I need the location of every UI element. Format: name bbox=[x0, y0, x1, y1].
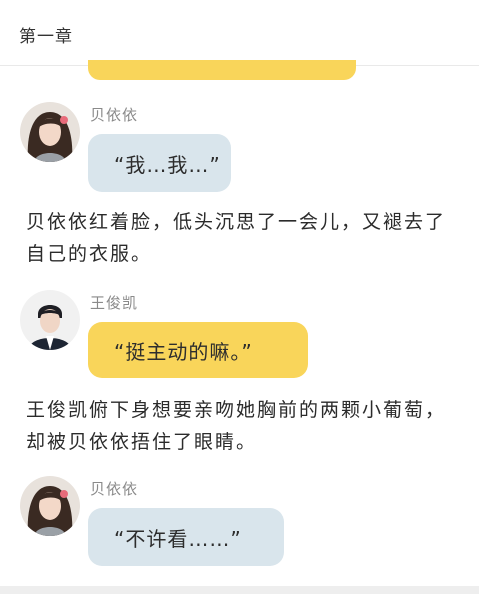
message-bubble: “不许看……” bbox=[88, 508, 284, 566]
girl-avatar-icon bbox=[20, 102, 80, 162]
narration-text: 王俊凯俯下身想要亲吻她胸前的两颗小葡萄，却被贝依依捂住了眼睛。 bbox=[26, 399, 447, 453]
message-bubble: “我…我…” bbox=[88, 134, 231, 192]
boy-avatar-icon bbox=[20, 290, 80, 350]
message-bubble: “挺主动的嘛。” bbox=[88, 322, 308, 378]
speaker-name: 贝依依 bbox=[90, 106, 139, 124]
avatar-boy[interactable] bbox=[20, 290, 80, 350]
speaker-name: 贝依依 bbox=[90, 480, 139, 498]
chapter-title: 第一章 bbox=[19, 27, 73, 47]
avatar-girl[interactable] bbox=[20, 102, 80, 162]
avatar-girl[interactable] bbox=[20, 476, 80, 536]
girl-avatar-icon bbox=[20, 476, 80, 536]
bottom-divider bbox=[0, 586, 479, 594]
speaker-name: 王俊凯 bbox=[90, 294, 139, 312]
top-bar: 第一章 bbox=[0, 0, 479, 66]
previous-bubble-tail bbox=[88, 60, 356, 80]
narration-text: 贝依依红着脸，低头沉思了一会儿，又褪去了自己的衣服。 bbox=[26, 211, 447, 265]
